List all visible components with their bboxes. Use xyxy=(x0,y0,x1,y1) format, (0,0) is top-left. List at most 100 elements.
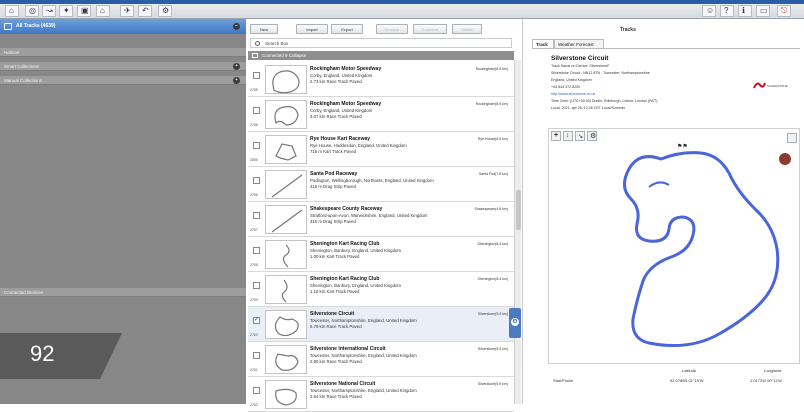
search-icon xyxy=(255,41,260,46)
row-checkbox[interactable] xyxy=(253,177,260,184)
pin-icon[interactable] xyxy=(779,153,791,165)
track-row[interactable]: 2756 Santa Pod Raceway Podington, Wellingb… xyxy=(248,167,514,202)
track-name: Santa Pod Raceway xyxy=(310,171,358,177)
export-button[interactable]: Export xyxy=(331,24,363,34)
track-meta: Silverstone(5.9 km) xyxy=(477,347,508,351)
track-info: 2.73 km Race Track Paved xyxy=(310,79,362,84)
track-row[interactable]: 2755 Rockingham Motor Speedway Corby, Engl… xyxy=(248,62,514,97)
sidebar-item-connected-devices[interactable]: Connected Devices xyxy=(0,288,246,297)
row-checkbox[interactable] xyxy=(253,72,260,79)
track-number: 2757 xyxy=(250,228,258,232)
ruler-icon: ↘ xyxy=(578,134,584,140)
folder-button[interactable]: ▣ xyxy=(77,5,91,17)
website-link[interactable]: http://www.silverstone.co.uk xyxy=(551,92,595,96)
row-action-button[interactable]: ⚙ xyxy=(509,308,521,338)
combine-button[interactable]: Combine xyxy=(413,24,447,34)
monitor-icon: ▭ xyxy=(760,6,768,15)
row-checkbox[interactable] xyxy=(253,142,260,149)
measure-button[interactable]: ↘ xyxy=(575,131,585,141)
add-icon[interactable]: + xyxy=(233,63,240,70)
track-row[interactable]: 2855 Rye House Kart Raceway Rye House, Hod… xyxy=(248,132,514,167)
track-row[interactable]: 2758 Shenington Kart Racing Club Sheningto… xyxy=(248,237,514,272)
settings-button[interactable]: ⚙ xyxy=(158,5,172,17)
row-checkbox[interactable]: ✓ xyxy=(253,317,260,324)
track-name: Shenington Kart Racing Club xyxy=(310,241,380,247)
sidebar-item-nations[interactable]: Nations xyxy=(0,48,246,57)
track-location: Stratford-upon-Avon, Warwickshire, Engla… xyxy=(310,213,428,218)
track-row[interactable]: 2759 Shenington Kart Racing Club Sheningto… xyxy=(248,272,514,307)
track-row[interactable]: 2762 Silverstone National Circuit Towceste… xyxy=(248,377,514,412)
track-row[interactable]: ✓ 2760 Silverstone Circuit Towcester, North… xyxy=(248,307,514,342)
row-checkbox[interactable] xyxy=(253,107,260,114)
all-tracks-header[interactable]: All Tracks (4639) − xyxy=(0,19,246,34)
row-checkbox[interactable] xyxy=(253,387,260,394)
track-title: Silverstone Circuit xyxy=(551,55,609,62)
track-meta: Silverstone(5.9 km) xyxy=(477,312,508,316)
ring-button[interactable]: ◎ xyxy=(25,5,39,17)
track-row[interactable]: 2761 Silverstone International Circuit Tow… xyxy=(248,342,514,377)
delete-button[interactable]: Delete xyxy=(452,24,482,34)
local-time: Local: 2021. apr 26. 12:45 CET Local/Sum… xyxy=(551,106,626,110)
track-meta: Rye House(6.9 km) xyxy=(477,137,508,141)
search-input[interactable]: Search Box xyxy=(250,38,512,48)
route-button[interactable]: ↝ xyxy=(42,5,56,17)
row-checkbox[interactable] xyxy=(253,282,260,289)
row-checkbox[interactable] xyxy=(253,247,260,254)
list-scrollbar[interactable] xyxy=(514,60,521,404)
track-thumbnail xyxy=(265,240,307,269)
track-row[interactable]: 2757 Shakespeare County Raceway Stratford-… xyxy=(248,202,514,237)
tab-track[interactable]: Track xyxy=(532,39,554,48)
expand-map-button[interactable] xyxy=(787,133,797,143)
track-location: Towcester, Northamptonshire, England, Un… xyxy=(310,388,417,393)
remove-button[interactable]: Remove xyxy=(376,24,408,34)
track-info: 415 m Drag Strip Paved xyxy=(310,219,356,224)
track-number: 2855 xyxy=(250,158,258,162)
pan-button[interactable]: ↕ xyxy=(563,131,573,141)
new-button[interactable]: New xyxy=(250,24,278,34)
garage-icon: ⌂ xyxy=(100,6,105,15)
track-row[interactable]: 2756 Rockingham Motor Speedway Corby, Engl… xyxy=(248,97,514,132)
info-button[interactable]: ℹ xyxy=(738,5,752,17)
user-button[interactable]: ☺ xyxy=(702,5,716,17)
settings-icon: ⚙ xyxy=(162,6,170,15)
track-map[interactable]: ⚑⚑ xyxy=(548,128,800,364)
tracks-icon xyxy=(4,23,12,30)
scrollbar-thumb[interactable] xyxy=(516,190,521,230)
collapse-icon[interactable]: − xyxy=(233,23,240,30)
start-finish-longitude: 1.0172W 00°11'W xyxy=(750,378,782,383)
track-thumbnail xyxy=(265,100,307,129)
time-zone: Time Zone: (UTC+00:00) Dublin, Edinburgh… xyxy=(551,99,658,103)
track-info: 2.64 km Race Track Paved xyxy=(310,394,362,399)
track-thumbnail xyxy=(265,135,307,164)
home-button[interactable]: ⌂ xyxy=(5,5,19,17)
map-settings-button[interactable]: ⚙ xyxy=(587,131,597,141)
exit-button[interactable]: ⎋ xyxy=(777,5,791,17)
track-meta: Silverstone(5.9 km) xyxy=(477,382,508,386)
track-thumbnail xyxy=(265,380,307,409)
page-number-badge xyxy=(0,333,122,379)
plane-button[interactable]: ✈ xyxy=(120,5,134,17)
gear-icon: ⚙ xyxy=(590,133,597,140)
row-checkbox[interactable] xyxy=(253,352,260,359)
tab-weather-forecast[interactable]: Weather Forecast xyxy=(554,39,604,48)
add-icon[interactable]: + xyxy=(233,77,240,84)
sidebar-item-smart-collections[interactable]: Smart Collections + xyxy=(0,62,246,71)
track-info: 1.00 km Kart Track Paved xyxy=(310,254,360,259)
zoom-in-button[interactable]: + xyxy=(551,131,561,141)
row-checkbox[interactable] xyxy=(253,212,260,219)
track-info: 716 m Kart Track Paved xyxy=(310,149,357,154)
track-thumbnail xyxy=(265,65,307,94)
help-button[interactable]: ? xyxy=(720,5,734,17)
undo-button[interactable]: ↶ xyxy=(138,5,152,17)
track-location: Towcester, Northamptonshire, England, Un… xyxy=(310,318,417,323)
compass-button[interactable]: ✦ xyxy=(59,5,73,17)
import-button[interactable]: Import xyxy=(296,24,328,34)
start-finish-label: Start/Finish xyxy=(553,378,574,383)
track-location: Corby, England, United Kingdom xyxy=(310,73,373,78)
list-header: Connected 9 Collapse xyxy=(248,51,514,60)
sidebar-item-manual-collections[interactable]: Manual Collections + xyxy=(0,76,246,85)
track-info: 2.90 km Race Track Paved xyxy=(310,359,362,364)
tab-divider xyxy=(532,48,800,49)
garage-button[interactable]: ⌂ xyxy=(96,5,110,17)
monitor-button[interactable]: ▭ xyxy=(756,5,770,17)
